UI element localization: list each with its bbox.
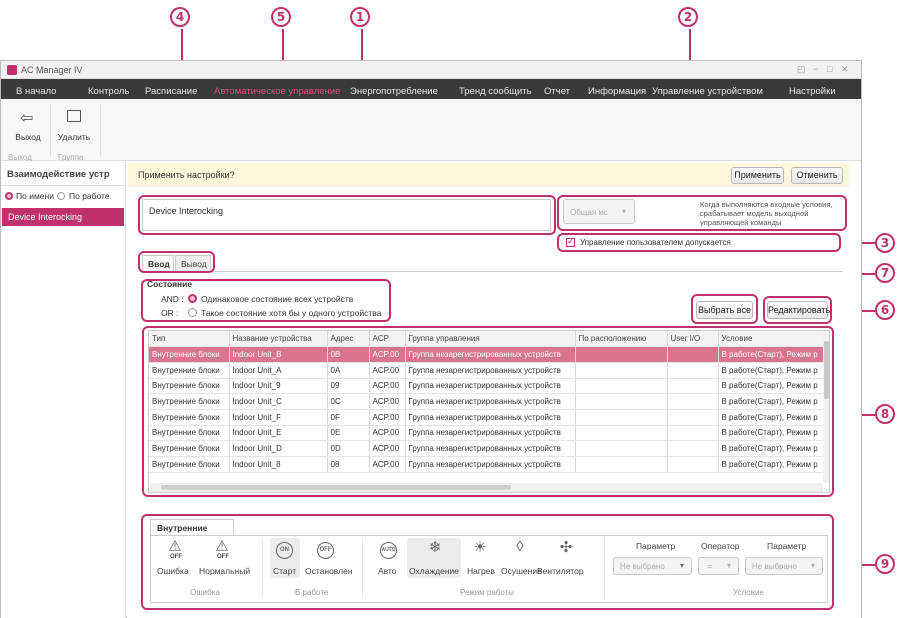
menu-auto-control[interactable]: Автоматическое управление: [214, 86, 340, 97]
sidebar-title: Взаимодействие устр: [7, 169, 110, 180]
cancel-button-label: Отменить: [796, 170, 838, 180]
callout-8: 8: [875, 404, 895, 424]
close-icon[interactable]: ✕: [841, 64, 849, 75]
radio-by-name[interactable]: [5, 192, 13, 200]
window-title: AC Manager IV: [21, 65, 83, 75]
menu-control[interactable]: Контроль: [88, 86, 129, 97]
apply-question: Применить настройки?: [138, 170, 235, 180]
menu-settings[interactable]: Настройки: [789, 86, 836, 97]
menu-info[interactable]: Информация: [588, 86, 646, 97]
maximize-icon[interactable]: □: [827, 64, 832, 74]
exit-arrow-icon: ⇦: [20, 110, 34, 127]
delete-button[interactable]: Удалить: [52, 104, 96, 148]
menu-home[interactable]: В начало: [16, 86, 56, 97]
callout-9: 9: [875, 554, 895, 574]
callout-7: 7: [875, 263, 895, 283]
sidebar-item-label: Device Interocking: [8, 212, 83, 222]
callout-2: 2: [678, 7, 698, 27]
menu-trend[interactable]: Тренд сообщить: [459, 86, 532, 97]
callout-5: 5: [271, 7, 291, 27]
title-bar: AC Manager IV ◰ − □ ✕: [1, 61, 861, 79]
menu-device-mgmt[interactable]: Управление устройством: [652, 86, 763, 97]
menu-report[interactable]: Отчет: [544, 86, 570, 97]
callout-6: 6: [875, 300, 895, 320]
menu-schedule[interactable]: Расписание: [145, 86, 197, 97]
radio-by-work[interactable]: [57, 192, 65, 200]
callout-1: 1: [350, 7, 370, 27]
callout-4: 4: [170, 7, 190, 27]
exit-button[interactable]: ⇦ Выход: [8, 104, 48, 148]
delete-label: Удалить: [57, 132, 91, 142]
minimize-icon[interactable]: −: [813, 64, 818, 74]
sidebar-item-device-interlocking[interactable]: Device Interocking: [2, 208, 124, 226]
exit-label: Выход: [15, 132, 41, 142]
apply-button-label: Применить: [734, 170, 781, 180]
cancel-button[interactable]: Отменить: [791, 167, 843, 184]
delete-folder-icon: [67, 110, 81, 122]
ribbon: [1, 99, 861, 161]
menu-energy[interactable]: Энергопотребление: [350, 86, 438, 97]
sidebar: Взаимодействие устр По имени По работе D…: [1, 161, 126, 618]
radio-by-name-label: По имени: [16, 191, 54, 201]
restore-icon[interactable]: ◰: [797, 64, 806, 75]
app-logo-icon: [7, 65, 17, 75]
callout-3: 3: [875, 233, 895, 253]
radio-by-work-label: По работе: [69, 191, 110, 201]
apply-button[interactable]: Применить: [731, 167, 784, 184]
